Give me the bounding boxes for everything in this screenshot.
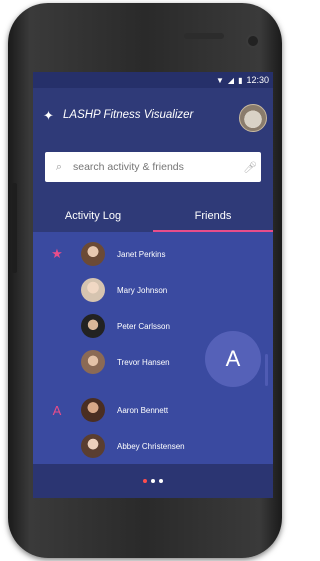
friend-name: Trevor Hansen: [117, 357, 170, 367]
list-item[interactable]: Mary Johnson: [33, 272, 273, 308]
friend-name: Aaron Bennett: [117, 405, 169, 415]
avatar: [81, 434, 105, 458]
avatar: [81, 350, 105, 374]
avatar: [81, 398, 105, 422]
runner-logo-icon: ✦: [43, 108, 54, 123]
friend-name: Abbey Christensen: [117, 441, 185, 451]
friend-name: Peter Carlsson: [117, 321, 170, 331]
list-item[interactable]: Abbey Christensen: [33, 428, 273, 464]
wifi-icon: ▼: [215, 75, 224, 85]
page-indicator: [33, 464, 273, 498]
page-dot[interactable]: [151, 479, 155, 483]
status-time: 12:30: [246, 75, 269, 85]
tab-activity-log[interactable]: Activity Log: [33, 202, 153, 232]
phone-speaker: [184, 33, 224, 39]
front-camera: [246, 34, 260, 48]
search-input[interactable]: [71, 160, 239, 174]
app-bar: ✦ LASHP Fitness Visualizer: [33, 88, 273, 142]
search-bar[interactable]: ⌕ 🎤︎: [45, 152, 261, 182]
friend-name: Janet Perkins: [117, 249, 166, 259]
app-title: LASHP Fitness Visualizer: [63, 109, 194, 121]
page-dot[interactable]: [159, 479, 163, 483]
microphone-icon[interactable]: 🎤︎: [239, 161, 261, 174]
search-icon: ⌕: [55, 160, 63, 173]
page-dot[interactable]: [143, 479, 147, 483]
avatar: [81, 242, 105, 266]
side-button: [12, 183, 17, 273]
section-letter: A: [52, 402, 62, 418]
star-icon: ★: [51, 246, 63, 261]
status-bar: ▼ ◢ ▮ 12:30: [33, 72, 273, 88]
tab-friends[interactable]: Friends: [153, 202, 273, 232]
list-item[interactable]: ★ Janet Perkins: [33, 236, 273, 272]
signal-icon: ◢: [227, 75, 235, 85]
list-item[interactable]: A Aaron Bennett: [33, 392, 273, 428]
user-avatar[interactable]: [239, 104, 267, 132]
battery-icon: ▮: [238, 75, 243, 85]
friend-name: Mary Johnson: [117, 285, 168, 295]
scrollbar-thumb[interactable]: [265, 354, 268, 386]
app-screen: ▼ ◢ ▮ 12:30 ✦ LASHP Fitness Visualizer ⌕…: [33, 72, 273, 498]
avatar: [81, 314, 105, 338]
tab-bar: Activity Log Friends: [33, 202, 273, 232]
avatar: [81, 278, 105, 302]
index-letter-bubble: A: [205, 331, 261, 387]
